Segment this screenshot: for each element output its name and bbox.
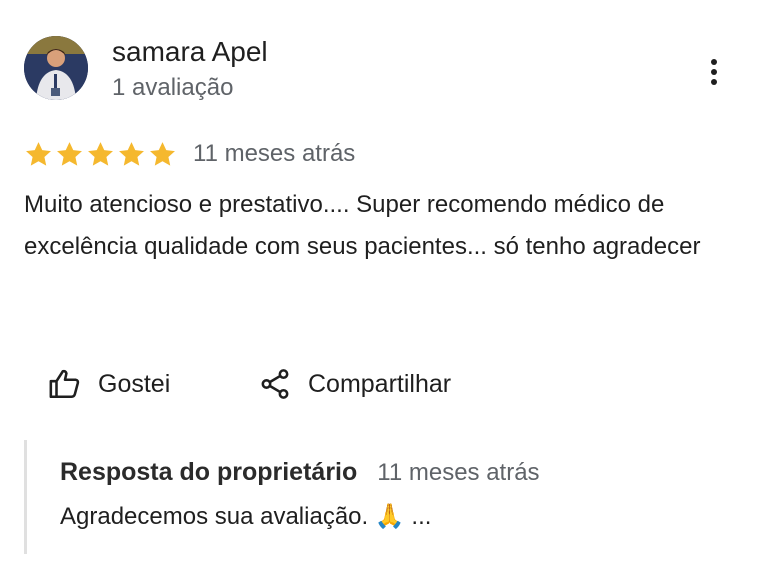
star-icon (26, 141, 51, 166)
owner-reply-text[interactable]: Agradecemos sua avaliação. 🙏 ... (60, 502, 431, 531)
owner-reply: Resposta do proprietário 11 meses atrás … (24, 440, 727, 554)
star-icon (119, 141, 144, 166)
star-icon (57, 141, 82, 166)
star-icon (150, 141, 175, 166)
thumb-up-icon (49, 369, 80, 399)
avatar-photo (24, 36, 88, 100)
review-time: 11 meses atrás (193, 140, 356, 167)
reviewer-name[interactable]: samara Apel (112, 36, 268, 68)
like-label: Gostei (98, 369, 171, 398)
share-label: Compartilhar (308, 369, 452, 398)
share-button[interactable]: Compartilhar (258, 364, 451, 404)
reviewer-avatar[interactable] (24, 36, 88, 100)
share-icon (261, 369, 289, 399)
more-options-button[interactable] (698, 56, 730, 88)
owner-reply-time: 11 meses atrás (377, 459, 540, 486)
more-vert-icon (711, 59, 717, 85)
rating-row: 11 meses atrás (24, 138, 355, 170)
review-text: Muito atencioso e prestativo.... Super r… (24, 191, 701, 260)
reviewer-review-count: 1 avaliação (112, 74, 234, 101)
like-button[interactable]: Gostei (48, 364, 170, 404)
star-rating (24, 140, 177, 169)
star-icon (88, 141, 113, 166)
owner-reply-title: Resposta do proprietário (60, 458, 358, 486)
owner-reply-header: Resposta do proprietário 11 meses atrás (60, 458, 540, 487)
